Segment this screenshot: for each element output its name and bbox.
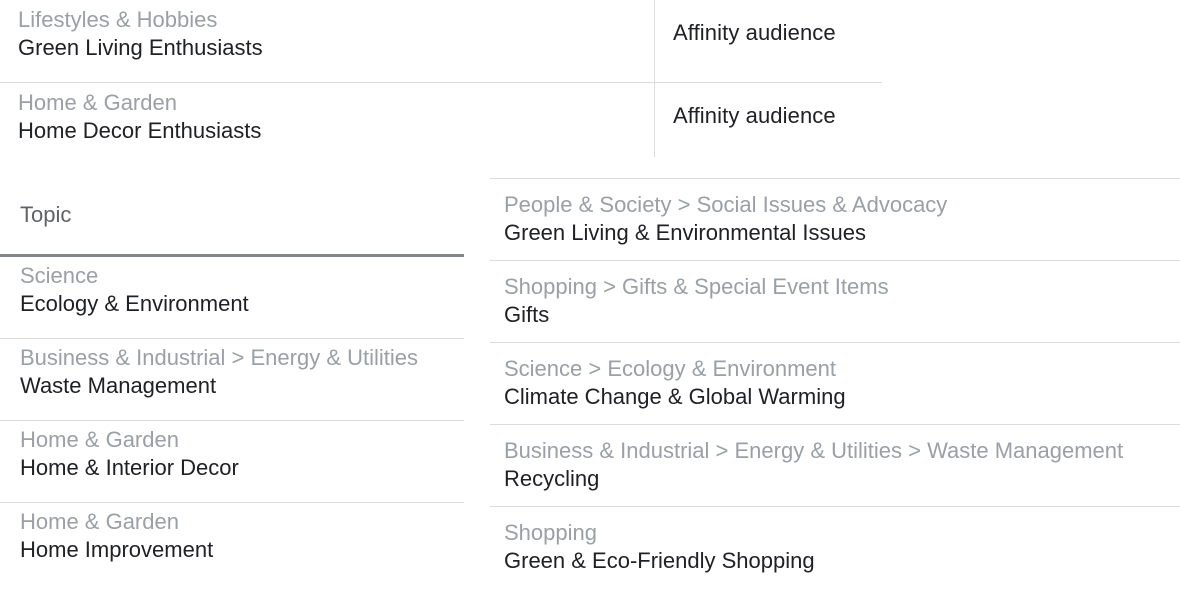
related-topic-category: Business & Industrial > Energy & Utiliti… xyxy=(504,438,1124,463)
topic-name: Ecology & Environment xyxy=(20,291,249,316)
related-topic-item[interactable]: Shopping > Gifts & Special Event Items G… xyxy=(490,261,1180,343)
topic-header-label: Topic xyxy=(20,202,72,227)
related-topic-name: Climate Change & Global Warming xyxy=(504,384,846,409)
related-topic-category: Shopping xyxy=(504,520,597,545)
topic-category: Home & Garden xyxy=(20,427,179,452)
topic-name: Home & Interior Decor xyxy=(20,455,239,480)
related-topic-item[interactable]: Business & Industrial > Energy & Utiliti… xyxy=(490,425,1180,507)
audience-category: Home & Garden xyxy=(18,90,177,115)
related-topic-name: Gifts xyxy=(504,302,550,327)
topic-category: Business & Industrial > Energy & Utiliti… xyxy=(20,345,419,370)
related-topic-category: Shopping > Gifts & Special Event Items xyxy=(504,274,889,299)
topic-header[interactable]: Topic xyxy=(0,178,464,257)
audience-row[interactable]: Lifestyles & Hobbies Green Living Enthus… xyxy=(0,0,882,83)
related-topic-name: Recycling xyxy=(504,466,600,491)
related-topic-category: Science > Ecology & Environment xyxy=(504,356,837,381)
topic-name: Home Improvement xyxy=(20,537,214,562)
column-divider xyxy=(654,0,655,82)
audience-name: Green Living Enthusiasts xyxy=(18,35,263,60)
audience-type: Affinity audience xyxy=(673,103,836,128)
audience-category: Lifestyles & Hobbies xyxy=(18,7,218,32)
related-topic-item[interactable]: Shopping Green & Eco-Friendly Shopping xyxy=(490,507,1180,589)
related-topic-category: People & Society > Social Issues & Advoc… xyxy=(504,192,948,217)
topic-item[interactable]: Home & Garden Home & Interior Decor xyxy=(0,421,464,503)
related-topic-name: Green & Eco-Friendly Shopping xyxy=(504,548,815,573)
column-divider xyxy=(654,83,655,157)
topic-item[interactable]: Home & Garden Home Improvement xyxy=(0,503,464,585)
audience-row[interactable]: Home & Garden Home Decor Enthusiasts Aff… xyxy=(0,83,882,165)
audience-cell: Lifestyles & Hobbies Green Living Enthus… xyxy=(18,6,648,62)
audience-type: Affinity audience xyxy=(673,20,836,45)
topic-category: Science xyxy=(20,263,99,288)
topic-item[interactable]: Science Ecology & Environment xyxy=(0,257,464,339)
topic-panel: Topic Science Ecology & Environment Busi… xyxy=(0,178,464,585)
related-topic-item[interactable]: Science > Ecology & Environment Climate … xyxy=(490,343,1180,425)
audience-table: Lifestyles & Hobbies Green Living Enthus… xyxy=(0,0,882,165)
audience-cell: Home & Garden Home Decor Enthusiasts xyxy=(18,89,648,145)
topic-name: Waste Management xyxy=(20,373,217,398)
topic-item[interactable]: Business & Industrial > Energy & Utiliti… xyxy=(0,339,464,421)
related-topic-item[interactable]: People & Society > Social Issues & Advoc… xyxy=(490,179,1180,261)
topic-category: Home & Garden xyxy=(20,509,179,534)
related-topic-name: Green Living & Environmental Issues xyxy=(504,220,866,245)
audience-name: Home Decor Enthusiasts xyxy=(18,118,262,143)
related-topics-list: People & Society > Social Issues & Advoc… xyxy=(490,178,1180,589)
